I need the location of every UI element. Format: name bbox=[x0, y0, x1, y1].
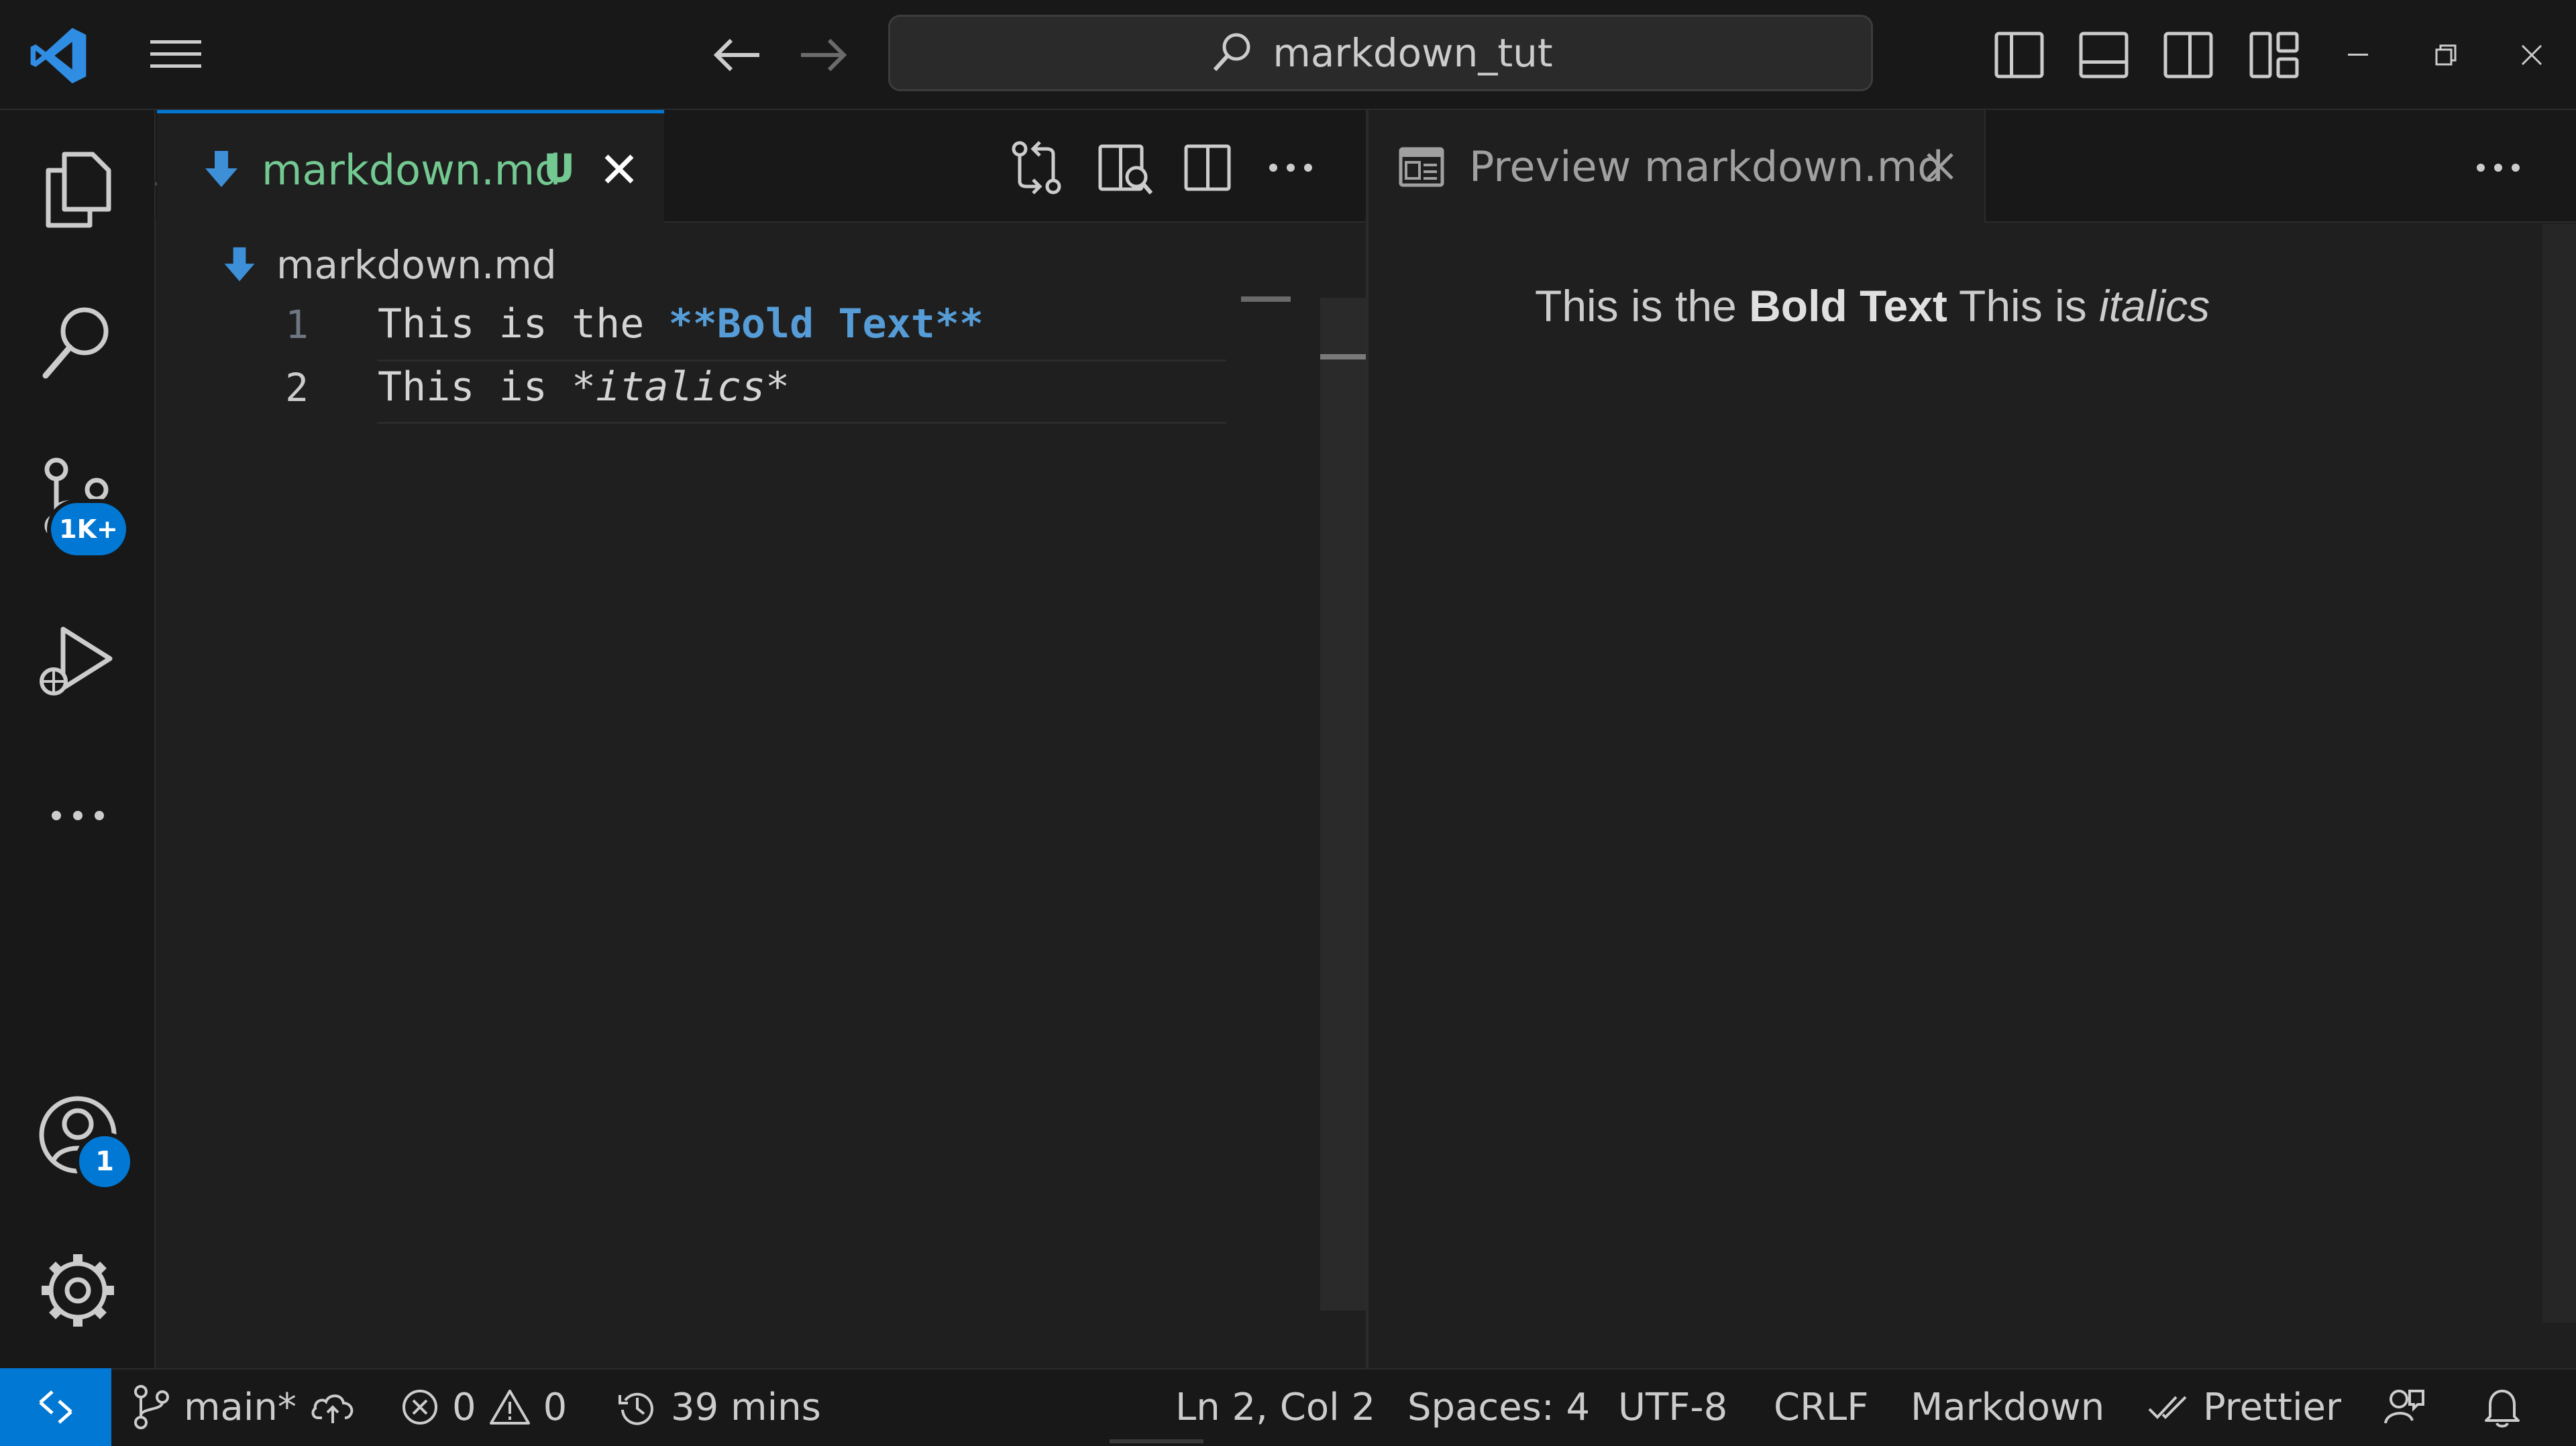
editor-group-divider[interactable] bbox=[1366, 110, 1368, 1368]
warning-count: 0 bbox=[543, 1385, 568, 1429]
scrollbar-cursor-marker bbox=[1320, 354, 1366, 359]
remote-icon bbox=[32, 1384, 79, 1431]
language-mode[interactable]: Markdown bbox=[1911, 1368, 2104, 1446]
encoding-status[interactable]: UTF-8 bbox=[1618, 1368, 1727, 1446]
eol-status[interactable]: CRLF bbox=[1774, 1368, 1868, 1446]
close-window-icon[interactable] bbox=[2498, 24, 2565, 86]
timeline-status[interactable]: 39 mins bbox=[616, 1368, 821, 1446]
explorer-icon[interactable] bbox=[31, 142, 125, 236]
breadcrumb[interactable]: markdown.md bbox=[221, 235, 557, 295]
preview-text: This is bbox=[1947, 281, 2100, 331]
warning-icon bbox=[488, 1387, 531, 1427]
preview-bold-text: Bold Text bbox=[1749, 281, 1947, 331]
forward-arrow-icon[interactable] bbox=[792, 30, 856, 80]
branch-status[interactable]: main* bbox=[131, 1368, 357, 1446]
status-progress-indicator bbox=[1110, 1439, 1203, 1443]
double-check-icon bbox=[2147, 1390, 2191, 1424]
toggle-primary-sidebar-icon[interactable] bbox=[1988, 24, 2050, 86]
untracked-indicator: U bbox=[543, 146, 576, 191]
editor-scrollbar[interactable] bbox=[1320, 298, 1366, 1311]
search-icon bbox=[1208, 30, 1255, 76]
code-text: This is bbox=[378, 364, 572, 410]
back-arrow-icon[interactable] bbox=[704, 30, 769, 80]
menu-hamburger-icon[interactable] bbox=[144, 31, 208, 78]
more-actions-icon[interactable] bbox=[1261, 134, 1322, 201]
close-tab-icon[interactable] bbox=[1920, 146, 1960, 186]
restore-icon[interactable] bbox=[2412, 24, 2479, 86]
cursor-position[interactable]: Ln 2, Col 2 bbox=[1175, 1368, 1375, 1446]
error-count: 0 bbox=[452, 1385, 476, 1429]
code-line-1[interactable]: This is the **Bold Text** bbox=[378, 300, 983, 347]
remote-indicator[interactable] bbox=[0, 1368, 111, 1446]
copilot-icon[interactable] bbox=[2383, 1368, 2426, 1446]
prettier-status[interactable]: Prettier bbox=[2147, 1368, 2341, 1446]
settings-gear-icon[interactable] bbox=[31, 1243, 125, 1337]
history-icon bbox=[616, 1386, 659, 1429]
code-italic-markup: *italics* bbox=[571, 364, 790, 410]
close-tab-icon[interactable] bbox=[597, 147, 641, 191]
time-text: 39 mins bbox=[671, 1385, 821, 1429]
breadcrumb-file[interactable]: markdown.md bbox=[276, 242, 557, 288]
markdown-file-icon bbox=[203, 148, 240, 191]
source-control-badge: 1K+ bbox=[47, 499, 130, 559]
branch-name: main* bbox=[184, 1385, 297, 1429]
split-editor-icon[interactable] bbox=[1178, 134, 1238, 201]
command-center-text: markdown_tut bbox=[1273, 30, 1553, 76]
git-branch-icon bbox=[131, 1384, 172, 1431]
toggle-secondary-sidebar-icon[interactable] bbox=[2157, 24, 2219, 86]
run-debug-icon[interactable] bbox=[31, 612, 125, 706]
markdown-preview-paragraph: This is the Bold Text This is italics bbox=[1535, 280, 2210, 331]
line-number: 2 bbox=[285, 365, 309, 410]
more-views-icon[interactable] bbox=[31, 769, 125, 863]
preview-text: This is the bbox=[1535, 281, 1750, 331]
toggle-panel-icon[interactable] bbox=[2073, 24, 2135, 86]
problems-status[interactable]: 0 0 bbox=[400, 1368, 567, 1446]
more-actions-icon[interactable] bbox=[2469, 134, 2529, 201]
tab-label: markdown.md bbox=[262, 146, 561, 194]
command-center-search[interactable]: markdown_tut bbox=[888, 15, 1873, 91]
sync-cloud-icon[interactable] bbox=[309, 1387, 357, 1427]
tab-markdown-md[interactable]: markdown.md U bbox=[157, 110, 664, 223]
minimap[interactable] bbox=[1241, 296, 1291, 302]
preview-italic-text: italics bbox=[2099, 281, 2210, 331]
code-bold-markup: **Bold Text** bbox=[668, 300, 984, 347]
code-line-2[interactable]: This is *italics* bbox=[378, 364, 790, 410]
tab-preview-markdown[interactable]: Preview markdown.md bbox=[1368, 110, 1986, 223]
code-text: This is the bbox=[378, 300, 669, 347]
vscode-logo-icon bbox=[27, 24, 90, 87]
line-number: 1 bbox=[285, 302, 309, 347]
markdown-file-icon bbox=[221, 245, 258, 285]
error-icon bbox=[400, 1387, 440, 1427]
minimize-icon[interactable] bbox=[2325, 24, 2392, 86]
search-view-icon[interactable] bbox=[31, 295, 125, 389]
open-changes-icon[interactable] bbox=[1006, 134, 1067, 201]
accounts-icon[interactable]: 1 bbox=[31, 1088, 134, 1191]
preview-scrollbar[interactable] bbox=[2542, 224, 2576, 1323]
notifications-bell-icon[interactable] bbox=[2482, 1368, 2522, 1446]
source-control-icon[interactable]: 1K+ bbox=[31, 451, 130, 559]
open-preview-to-side-icon[interactable] bbox=[1095, 134, 1155, 201]
accounts-badge: 1 bbox=[75, 1132, 134, 1191]
customize-layout-icon[interactable] bbox=[2243, 24, 2305, 86]
preview-icon bbox=[1398, 145, 1445, 189]
prettier-label: Prettier bbox=[2203, 1385, 2341, 1429]
indentation-status[interactable]: Spaces: 4 bbox=[1407, 1368, 1590, 1446]
tab-label: Preview markdown.md bbox=[1469, 142, 1944, 191]
